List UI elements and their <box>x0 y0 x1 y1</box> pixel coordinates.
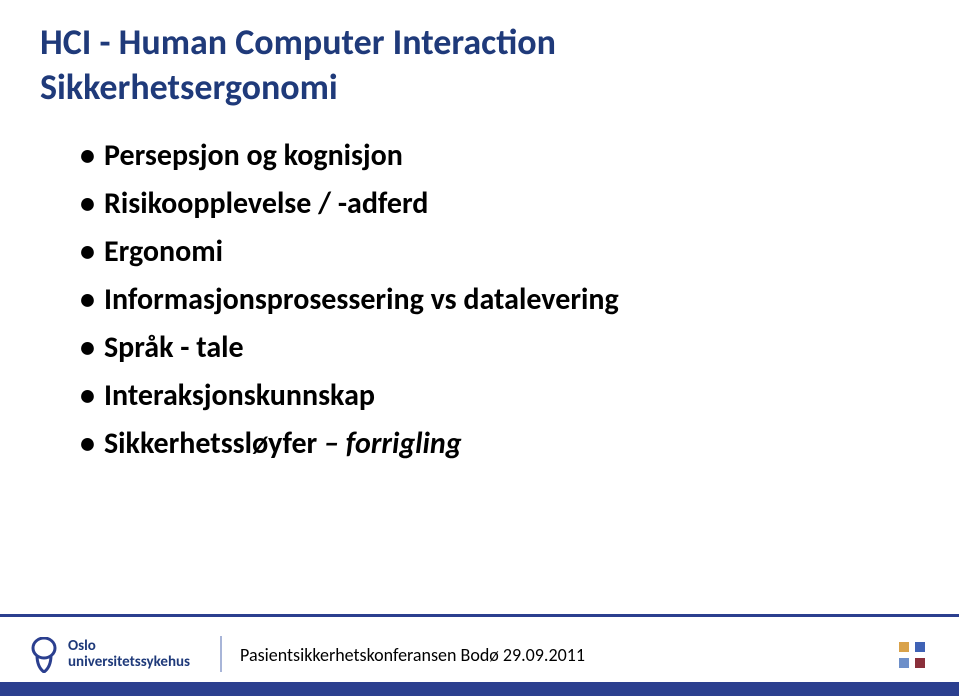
oslo-logo-icon <box>30 637 58 673</box>
bullet-item: Risikoopplevelse / -adferd <box>80 180 919 228</box>
bullet-item: Språk - tale <box>80 324 919 372</box>
footer-top-rule <box>0 614 959 617</box>
content-area: HCI - Human Computer Interaction Sikkerh… <box>0 0 959 468</box>
footer-caption: Pasientsikkerhetskonferansen Bodø 29.09.… <box>240 644 585 666</box>
oslo-logo-text: Oslo universitetssykehus <box>68 639 190 671</box>
slide: HCI - Human Computer Interaction Sikkerh… <box>0 0 959 696</box>
title-line-1: HCI - Human Computer Interaction <box>40 20 556 64</box>
bullet-item: Informasjonsprosessering vs datalevering <box>80 276 919 324</box>
bullet-item: Interaksjonskunnskap <box>80 372 919 420</box>
title-line-2: Sikkerhetsergonomi <box>40 65 338 109</box>
partner-logo-square <box>915 658 925 668</box>
partner-logo-square <box>915 642 925 652</box>
footer-inner: Oslo universitetssykehus Pasientsikkerhe… <box>0 628 959 682</box>
slide-title: HCI - Human Computer Interaction Sikkerh… <box>40 20 919 110</box>
footer: Oslo universitetssykehus Pasientsikkerhe… <box>0 614 959 696</box>
bullet-text-prefix: Sikkerhetssløyfer <box>104 425 324 462</box>
bullet-text: Interaksjonskunnskap <box>104 377 375 414</box>
bullet-text: Språk - tale <box>104 329 244 366</box>
bullet-list: Persepsjon og kognisjon Risikoopplevelse… <box>80 132 919 468</box>
bullet-text: Persepsjon og kognisjon <box>104 137 403 174</box>
bullet-text: Ergonomi <box>104 233 223 270</box>
footer-bottom-rule <box>0 682 959 696</box>
partner-logo-icon <box>899 642 925 668</box>
partner-logo-square <box>899 642 909 652</box>
bullet-text-italic: – forrigling <box>324 425 462 462</box>
partner-logo-square <box>899 658 909 668</box>
logo-line-2: universitetssykehus <box>68 655 190 671</box>
bullet-item: Ergonomi <box>80 228 919 276</box>
bullet-item: Persepsjon og kognisjon <box>80 132 919 180</box>
bullet-text: Informasjonsprosessering vs datalevering <box>104 281 619 318</box>
bullet-text: Risikoopplevelse / -adferd <box>104 185 428 222</box>
oslo-logo: Oslo universitetssykehus <box>30 637 190 673</box>
bullet-item: Sikkerhetssløyfer – forrigling <box>80 420 919 468</box>
